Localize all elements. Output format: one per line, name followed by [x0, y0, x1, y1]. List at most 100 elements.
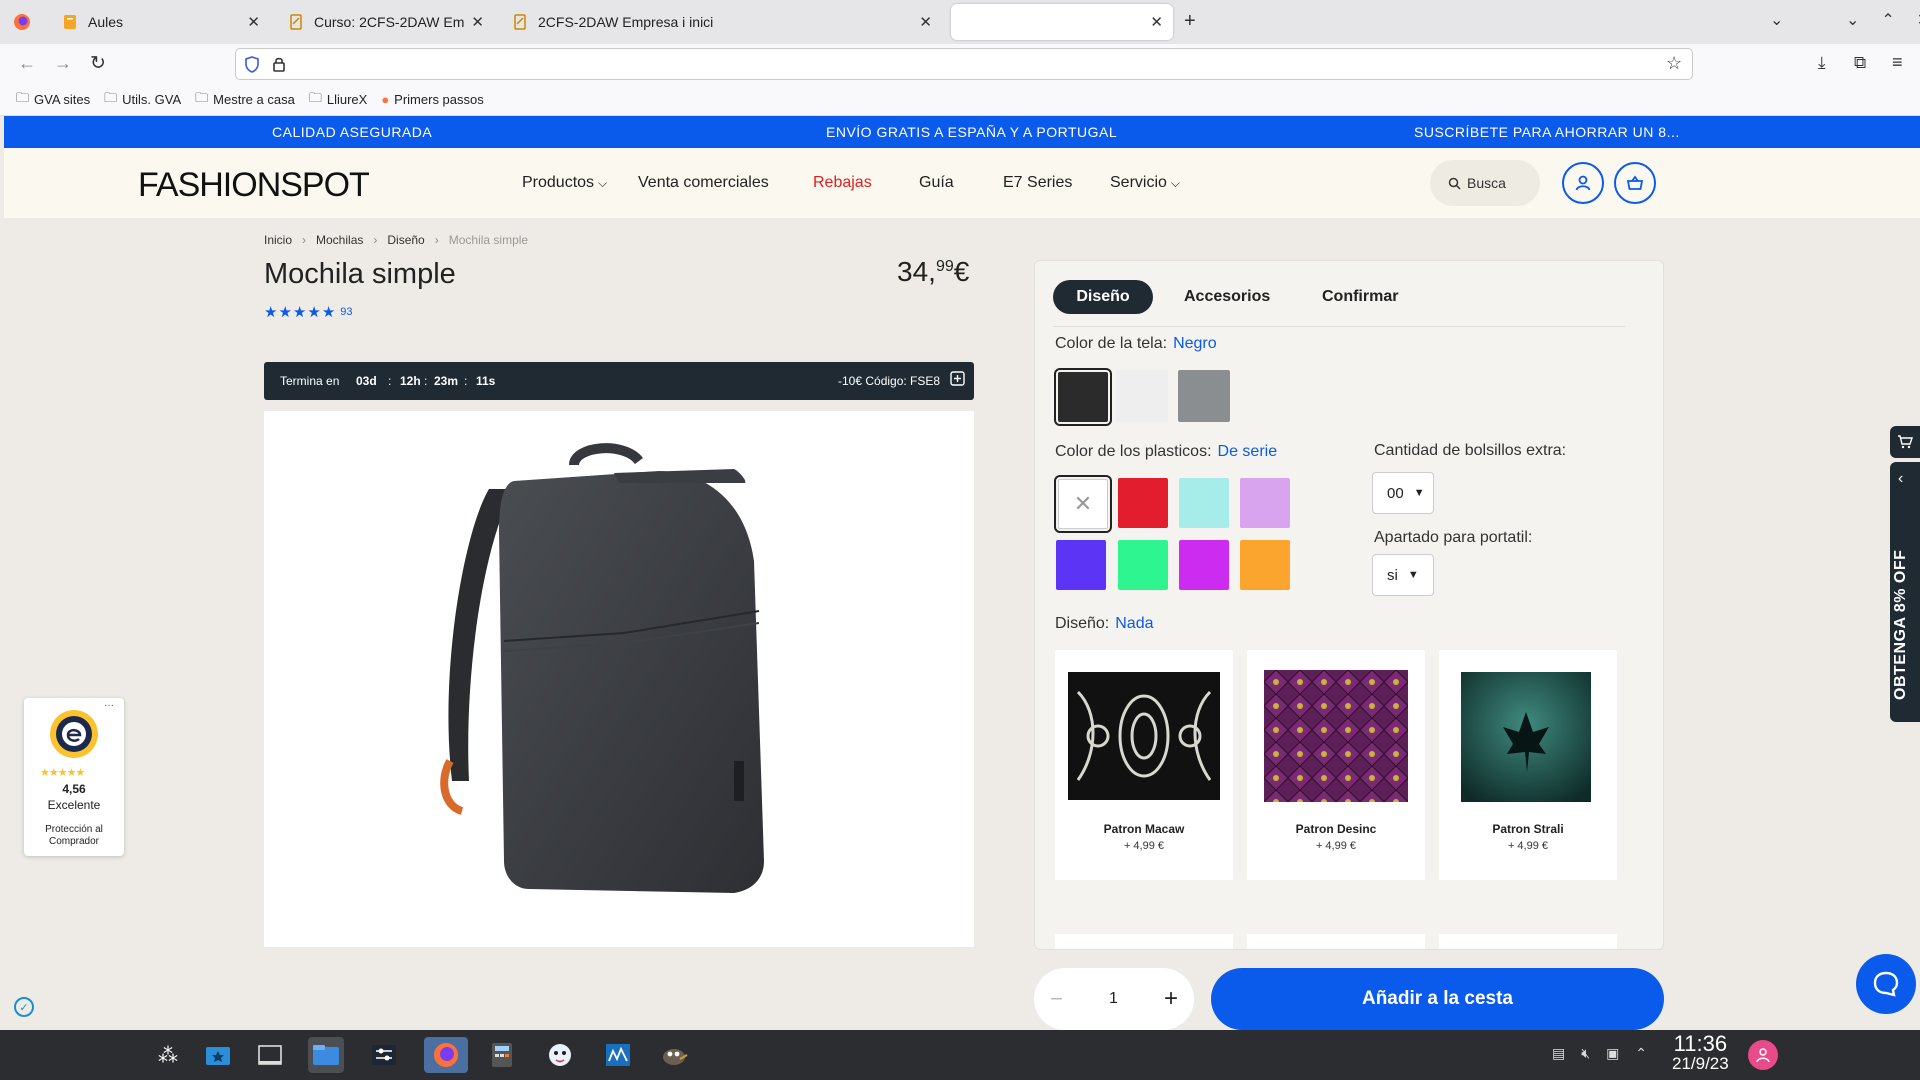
- show-desktop-icon[interactable]: [252, 1037, 288, 1073]
- decrease-button[interactable]: −: [1050, 986, 1063, 1012]
- file-manager-icon[interactable]: [308, 1037, 344, 1073]
- pattern-card-desinc[interactable]: Patron Desinc + 4,99 €: [1247, 650, 1425, 880]
- close-icon[interactable]: ✕: [919, 13, 932, 31]
- tab-accesorios[interactable]: Accesorios: [1184, 280, 1270, 314]
- nav-guia[interactable]: Guía: [919, 174, 954, 192]
- laptop-select[interactable]: si ▼: [1372, 554, 1434, 596]
- check-badge-icon[interactable]: ✓: [14, 997, 34, 1017]
- plastic-swatch-lilac[interactable]: [1240, 478, 1290, 528]
- reload-icon[interactable]: ↻: [90, 52, 106, 75]
- monitor-app-icon[interactable]: [600, 1037, 636, 1073]
- plastic-swatch-red[interactable]: [1118, 478, 1168, 528]
- fabric-swatch-negro[interactable]: [1054, 368, 1112, 426]
- side-cart-tab[interactable]: [1890, 426, 1920, 458]
- bookmark-gva-sites[interactable]: 🗀 GVA sites: [16, 89, 90, 111]
- bookmark-lliurex[interactable]: 🗀 LliureX: [309, 89, 367, 111]
- minimize-icon[interactable]: ⌄: [1846, 10, 1859, 30]
- downloads-icon[interactable]: ⤓: [1818, 53, 1826, 73]
- document-icon: [514, 14, 526, 30]
- trusted-shops-badge[interactable]: ··· ★★★★★ 4,56 Excelente Protección al C…: [24, 698, 124, 856]
- breadcrumb-inicio[interactable]: Inicio: [264, 233, 292, 247]
- extensions-icon[interactable]: ⧉: [1854, 53, 1866, 73]
- bookmark-utils-gva[interactable]: 🗀 Utils. GVA: [104, 89, 181, 111]
- quantity-value[interactable]: 1: [1109, 990, 1118, 1008]
- mascot-app-icon[interactable]: [542, 1037, 578, 1073]
- fabric-swatch-gris[interactable]: [1178, 370, 1230, 422]
- calculator-icon[interactable]: [484, 1037, 520, 1073]
- url-bar[interactable]: [235, 48, 1693, 80]
- nav-servicio[interactable]: Servicio ⌵: [1110, 174, 1180, 192]
- menu-icon[interactable]: ≡: [1892, 52, 1903, 73]
- tab-list-icon[interactable]: ⌄: [1770, 10, 1783, 30]
- plastic-swatch-orange[interactable]: [1240, 540, 1290, 590]
- new-tab-icon[interactable]: +: [1184, 10, 1196, 33]
- plastic-swatch-default[interactable]: ✕: [1054, 475, 1112, 533]
- breadcrumb-mochilas[interactable]: Mochilas: [316, 233, 363, 247]
- promo-shipping[interactable]: ENVÍO GRATIS A ESPAÑA Y A PORTUGAL: [826, 124, 1117, 140]
- network-icon[interactable]: ▣: [1606, 1045, 1619, 1062]
- tab-diseno[interactable]: Diseño: [1053, 280, 1153, 314]
- pattern-card-partial[interactable]: [1439, 934, 1617, 949]
- bookmark-mestre-a-casa[interactable]: 🗀 Mestre a casa: [195, 89, 295, 111]
- discount-side-label[interactable]: OBTENGA 8% OFF: [1892, 550, 1910, 700]
- label-text: Color de los plasticos:: [1055, 443, 1212, 460]
- lock-icon[interactable]: [272, 56, 286, 72]
- nav-e7-series[interactable]: E7 Series: [1003, 174, 1072, 192]
- fabric-swatch-blanco[interactable]: [1116, 370, 1168, 422]
- more-options-icon[interactable]: ···: [104, 700, 114, 711]
- account-button[interactable]: [1562, 162, 1604, 204]
- firefox-menu-icon[interactable]: [12, 12, 32, 32]
- clipboard-icon[interactable]: ▤: [1552, 1045, 1565, 1062]
- breadcrumb-diseno[interactable]: Diseño: [387, 233, 424, 247]
- nav-venta-comerciales[interactable]: Venta comerciales: [638, 174, 769, 192]
- launcher-icon[interactable]: ⁂: [150, 1037, 186, 1073]
- gimp-icon[interactable]: [656, 1037, 692, 1073]
- increase-button[interactable]: +: [1164, 985, 1178, 1013]
- bookmark-primers-passos[interactable]: ● Primers passos: [381, 92, 483, 107]
- tab-active[interactable]: ✕: [951, 4, 1173, 40]
- tab-empresa[interactable]: 2CFS-2DAW Empresa i inici ✕: [502, 4, 942, 40]
- software-center-icon[interactable]: [200, 1037, 236, 1073]
- pattern-card-strali[interactable]: Patron Strali + 4,99 €: [1439, 650, 1617, 880]
- promo-subscribe[interactable]: SUSCRÍBETE PARA AHORRAR UN 8...: [1414, 124, 1680, 140]
- tab-aules[interactable]: Aules ✕: [52, 4, 270, 40]
- firefox-icon: ●: [381, 92, 390, 107]
- plastic-swatch-purple[interactable]: [1179, 540, 1229, 590]
- firefox-taskbar-icon[interactable]: [424, 1037, 468, 1073]
- cart-button[interactable]: [1614, 162, 1656, 204]
- tray-expand-icon[interactable]: ⌃: [1635, 1045, 1647, 1062]
- maximize-icon[interactable]: ⌃: [1881, 10, 1894, 30]
- volume-muted-icon[interactable]: 🔇︎: [1581, 1045, 1590, 1062]
- pockets-select[interactable]: 00 ▼: [1372, 472, 1434, 514]
- tab-confirmar[interactable]: Confirmar: [1322, 280, 1398, 314]
- clock[interactable]: 11:36 21/9/23: [1672, 1033, 1729, 1074]
- close-icon[interactable]: ✕: [247, 13, 260, 31]
- site-logo[interactable]: FASHIONSPOT: [138, 166, 370, 205]
- user-avatar[interactable]: [1748, 1040, 1778, 1070]
- pattern-card-macaw[interactable]: Patron Macaw + 4,99 €: [1055, 650, 1233, 880]
- copy-icon[interactable]: [950, 371, 965, 386]
- close-icon[interactable]: ✕: [471, 13, 484, 31]
- chevron-left-icon[interactable]: ‹: [1898, 470, 1903, 488]
- chat-button[interactable]: [1856, 954, 1916, 1014]
- product-image[interactable]: [264, 411, 974, 947]
- nav-rebajas[interactable]: Rebajas: [813, 174, 872, 192]
- pattern-card-partial[interactable]: [1247, 934, 1425, 949]
- shield-icon[interactable]: [244, 56, 260, 73]
- nav-productos[interactable]: Productos ⌵: [522, 174, 607, 192]
- close-icon[interactable]: ✕: [1150, 13, 1163, 31]
- promo-quality[interactable]: CALIDAD ASEGURADA: [272, 124, 432, 140]
- settings-icon[interactable]: [366, 1037, 402, 1073]
- pattern-card-partial[interactable]: [1055, 934, 1233, 949]
- plastic-swatch-green[interactable]: [1118, 540, 1168, 590]
- timer-label: Termina en: [280, 374, 340, 388]
- tab-curso[interactable]: Curso: 2CFS-2DAW Empres ✕: [278, 4, 494, 40]
- plastic-swatch-cyan[interactable]: [1179, 478, 1229, 528]
- add-to-cart-button[interactable]: Añadir a la cesta: [1211, 968, 1664, 1030]
- back-icon[interactable]: ←: [18, 53, 36, 74]
- bookmark-star-icon[interactable]: ☆: [1666, 53, 1682, 74]
- product-rating[interactable]: ★ ★ ★ ★ ★ 93: [264, 303, 353, 321]
- forward-icon[interactable]: →: [54, 53, 72, 74]
- plastic-swatch-blue[interactable]: [1056, 540, 1106, 590]
- search-input[interactable]: Busca: [1430, 160, 1540, 206]
